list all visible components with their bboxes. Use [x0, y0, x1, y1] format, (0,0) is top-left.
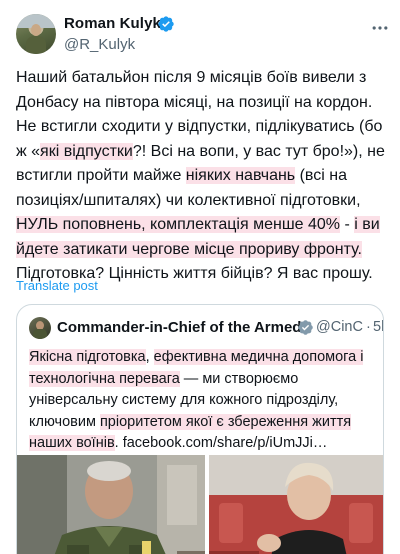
verified-badge-icon	[158, 16, 174, 32]
avatar-figure-body	[26, 36, 46, 54]
author-name[interactable]: Roman Kulyk	[64, 15, 161, 32]
highlighted-text-segment: НУЛЬ поповнень, комплектація менше 40%	[16, 216, 341, 233]
verified-badge-icon	[298, 320, 313, 335]
quoted-author-avatar[interactable]	[29, 317, 51, 339]
quoted-media-grid	[17, 455, 383, 554]
photo-officer-illustration	[17, 455, 205, 554]
avatar-figure-head	[31, 24, 41, 36]
tweet-card: Roman Kulyk @R_Kulyk Наший батальйон піс…	[0, 0, 400, 554]
quoted-photo-officer[interactable]	[17, 455, 205, 554]
quoted-tweet[interactable]: Commander-in-Chief of the Armed @CinC · …	[16, 304, 384, 554]
author-avatar[interactable]	[16, 14, 56, 54]
highlighted-text-segment: Якісна підготовка	[29, 349, 146, 365]
author-handle[interactable]: @R_Kulyk	[64, 36, 135, 53]
highlighted-text-segment: ніяких навчань	[185, 167, 296, 184]
quoted-author-handle[interactable]: @CinC	[316, 319, 363, 335]
translate-post-link[interactable]: Translate post	[16, 278, 98, 293]
tweet-text: Наший батальйон після 9 місяців боїв вив…	[16, 66, 394, 287]
photo-woman-illustration	[209, 455, 383, 554]
quoted-tweet-text: Якісна підготовка, ефективна медична доп…	[29, 347, 379, 455]
highlighted-text-segment: які відпустки	[40, 142, 133, 160]
text-segment: . facebook.com/share/p/iUmJJi…	[114, 435, 328, 451]
quoted-author-name[interactable]: Commander-in-Chief of the Armed	[57, 319, 301, 336]
separator-dot: ·	[366, 319, 371, 335]
more-options-icon[interactable]	[370, 18, 390, 38]
quoted-timestamp[interactable]: 5h	[373, 319, 383, 335]
quoted-photo-woman[interactable]	[209, 455, 383, 554]
text-segment: ,	[145, 349, 154, 365]
avatar-figure-body	[33, 329, 47, 339]
text-segment: -	[340, 216, 355, 233]
